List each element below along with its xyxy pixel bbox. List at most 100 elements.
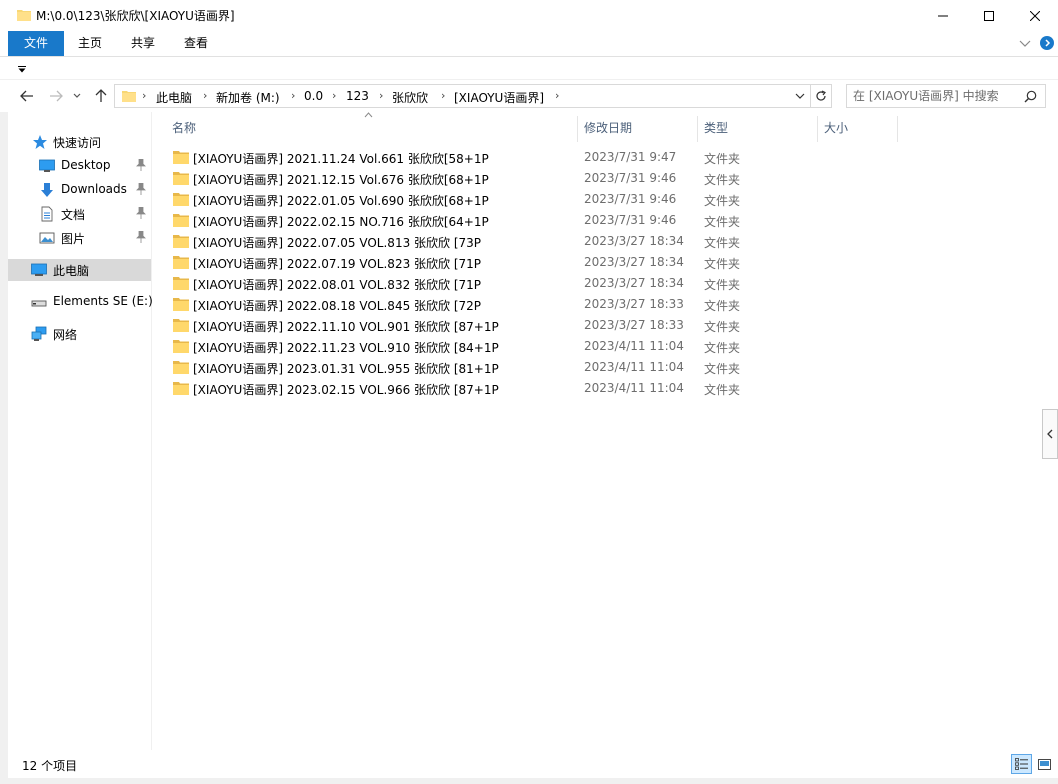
navigation-bar: › 此电脑 › 新加卷 (M:) › 0.0 › 123 › 张欣欣 › [XI… — [0, 82, 1058, 110]
column-header-date[interactable]: 修改日期 — [584, 112, 632, 144]
file-modified-date: 2023/7/31 9:46 — [584, 192, 677, 206]
address-bar[interactable]: › 此电脑 › 新加卷 (M:) › 0.0 › 123 › 张欣欣 › [XI… — [114, 84, 811, 108]
breadcrumb-folder-123[interactable]: 123 — [346, 89, 369, 103]
file-type: 文件夹 — [704, 215, 741, 229]
file-row[interactable]: [XIAOYU语画界] 2022.01.05 Vol.690 张欣欣[68+1P… — [165, 189, 905, 210]
file-row[interactable]: [XIAOYU语画界] 2022.08.01 VOL.832 张欣欣 [71P 2… — [165, 273, 905, 294]
address-dropdown-icon[interactable] — [795, 93, 805, 100]
window-title: M:\0.0\123\张欣欣\[XIAOYU语画界] — [36, 9, 235, 23]
breadcrumb-folder-00[interactable]: 0.0 — [304, 89, 323, 103]
file-row[interactable]: [XIAOYU语画界] 2023.01.31 VOL.955 张欣欣 [81+1… — [165, 357, 905, 378]
sidebar-item-elements-drive[interactable]: Elements SE (E:) — [8, 291, 153, 313]
sidebar-item-label: 图片 — [61, 232, 86, 246]
file-modified-date: 2023/3/27 18:33 — [584, 297, 684, 311]
ribbon-tabs: 文件 主页 共享 查看 — [0, 31, 1058, 57]
window-edge — [0, 112, 8, 784]
column-divider[interactable] — [577, 116, 578, 142]
file-modified-date: 2023/7/31 9:46 — [584, 213, 677, 227]
column-header-size[interactable]: 大小 — [824, 112, 848, 144]
sidebar-item-downloads[interactable]: Downloads — [8, 179, 151, 201]
sidebar-item-this-pc[interactable]: 此电脑 — [8, 259, 151, 281]
forward-button[interactable] — [47, 88, 65, 104]
tab-share[interactable]: 共享 — [119, 31, 167, 56]
tab-home[interactable]: 主页 — [66, 31, 114, 56]
large-icons-view-icon — [1038, 758, 1051, 770]
file-type: 文件夹 — [704, 194, 741, 208]
sidebar-item-desktop[interactable]: Desktop — [8, 155, 151, 177]
file-row[interactable]: [XIAOYU语画界] 2022.11.10 VOL.901 张欣欣 [87+1… — [165, 315, 905, 336]
folder-icon — [173, 361, 189, 374]
sidebar-item-pictures[interactable]: 图片 — [8, 227, 151, 249]
search-box[interactable] — [846, 84, 1046, 108]
recent-locations-button[interactable] — [71, 88, 83, 104]
folder-icon — [173, 172, 189, 185]
sidebar-item-quick-access[interactable]: 快速访问 — [8, 131, 151, 153]
details-view-button[interactable] — [1011, 754, 1032, 774]
file-type: 文件夹 — [704, 383, 741, 397]
file-name: [XIAOYU语画界] 2022.02.15 NO.716 张欣欣[64+1P — [193, 215, 489, 229]
file-type: 文件夹 — [704, 362, 741, 376]
file-name: [XIAOYU语画界] 2021.11.24 Vol.661 张欣欣[58+1P — [193, 152, 489, 166]
breadcrumb-this-pc[interactable]: 此电脑 — [156, 89, 192, 106]
file-row[interactable]: [XIAOYU语画界] 2022.08.18 VOL.845 张欣欣 [72P 2… — [165, 294, 905, 315]
breadcrumb-drive[interactable]: 新加卷 (M:) — [216, 89, 280, 106]
sidebar-item-label: 此电脑 — [53, 264, 90, 278]
file-type: 文件夹 — [704, 299, 741, 313]
download-icon — [41, 183, 53, 197]
column-divider[interactable] — [817, 116, 818, 142]
file-modified-date: 2023/4/11 11:04 — [584, 360, 684, 374]
sidebar-item-label: 快速访问 — [53, 136, 102, 150]
file-row[interactable]: [XIAOYU语画界] 2022.07.19 VOL.823 张欣欣 [71P 2… — [165, 252, 905, 273]
sidebar-item-label: 文档 — [61, 208, 86, 222]
column-header-type[interactable]: 类型 — [704, 112, 728, 144]
large-icons-view-button[interactable] — [1034, 754, 1055, 774]
file-type: 文件夹 — [704, 173, 741, 187]
folder-icon — [173, 193, 189, 206]
file-row[interactable]: [XIAOYU语画界] 2022.07.05 VOL.813 张欣欣 [73P 2… — [165, 231, 905, 252]
search-icon[interactable] — [1024, 90, 1037, 103]
chevron-right-icon: › — [203, 89, 208, 102]
close-button[interactable] — [1012, 0, 1058, 31]
file-name: [XIAOYU语画界] 2022.07.19 VOL.823 张欣欣 [71P — [193, 257, 482, 271]
column-divider[interactable] — [897, 116, 898, 142]
search-input[interactable] — [853, 88, 1018, 104]
folder-icon — [173, 256, 189, 269]
drive-icon — [31, 300, 47, 307]
minimize-button[interactable] — [920, 0, 966, 31]
pin-icon — [136, 159, 146, 171]
ribbon-expand-icon[interactable] — [1019, 40, 1031, 48]
window-edge-bottom — [0, 778, 1058, 784]
file-row[interactable]: [XIAOYU语画界] 2022.11.23 VOL.910 张欣欣 [84+1… — [165, 336, 905, 357]
tab-view[interactable]: 查看 — [172, 31, 220, 56]
column-divider[interactable] — [697, 116, 698, 142]
file-type: 文件夹 — [704, 236, 741, 250]
back-button[interactable] — [18, 88, 36, 104]
arrow-left-icon — [20, 90, 33, 102]
column-header-name[interactable]: 名称 — [172, 112, 196, 144]
folder-icon — [173, 277, 189, 290]
breadcrumb-current-folder[interactable]: [XIAOYU语画界] — [454, 89, 544, 106]
file-row[interactable]: [XIAOYU语画界] 2021.12.15 Vol.676 张欣欣[68+1P… — [165, 168, 905, 189]
file-name: [XIAOYU语画界] 2023.02.15 VOL.966 张欣欣 [87+1… — [193, 383, 499, 397]
help-icon[interactable] — [1040, 36, 1054, 50]
sidebar-item-network[interactable]: 网络 — [8, 323, 151, 345]
folder-icon — [122, 91, 136, 102]
file-name: [XIAOYU语画界] 2021.12.15 Vol.676 张欣欣[68+1P — [193, 173, 489, 187]
folder-icon — [173, 235, 189, 248]
up-button[interactable] — [92, 88, 110, 104]
pin-icon — [136, 231, 146, 243]
item-count: 12 个项目 — [22, 759, 78, 773]
refresh-button[interactable] — [811, 84, 832, 108]
tab-file[interactable]: 文件 — [8, 31, 64, 56]
sidebar-item-label: Desktop — [61, 158, 111, 172]
file-row[interactable]: [XIAOYU语画界] 2022.02.15 NO.716 张欣欣[64+1P 2… — [165, 210, 905, 231]
details-pane-toggle[interactable] — [1042, 409, 1058, 459]
file-row[interactable]: [XIAOYU语画界] 2023.02.15 VOL.966 张欣欣 [87+1… — [165, 378, 905, 399]
breadcrumb-folder-person[interactable]: 张欣欣 — [392, 89, 428, 106]
computer-icon — [31, 263, 47, 276]
customize-toolbar-icon[interactable] — [18, 66, 26, 73]
file-row[interactable]: [XIAOYU语画界] 2021.11.24 Vol.661 张欣欣[58+1P… — [165, 147, 905, 168]
sidebar-item-documents[interactable]: 文档 — [8, 203, 151, 225]
maximize-button[interactable] — [966, 0, 1012, 31]
chevron-right-icon: › — [441, 89, 446, 102]
